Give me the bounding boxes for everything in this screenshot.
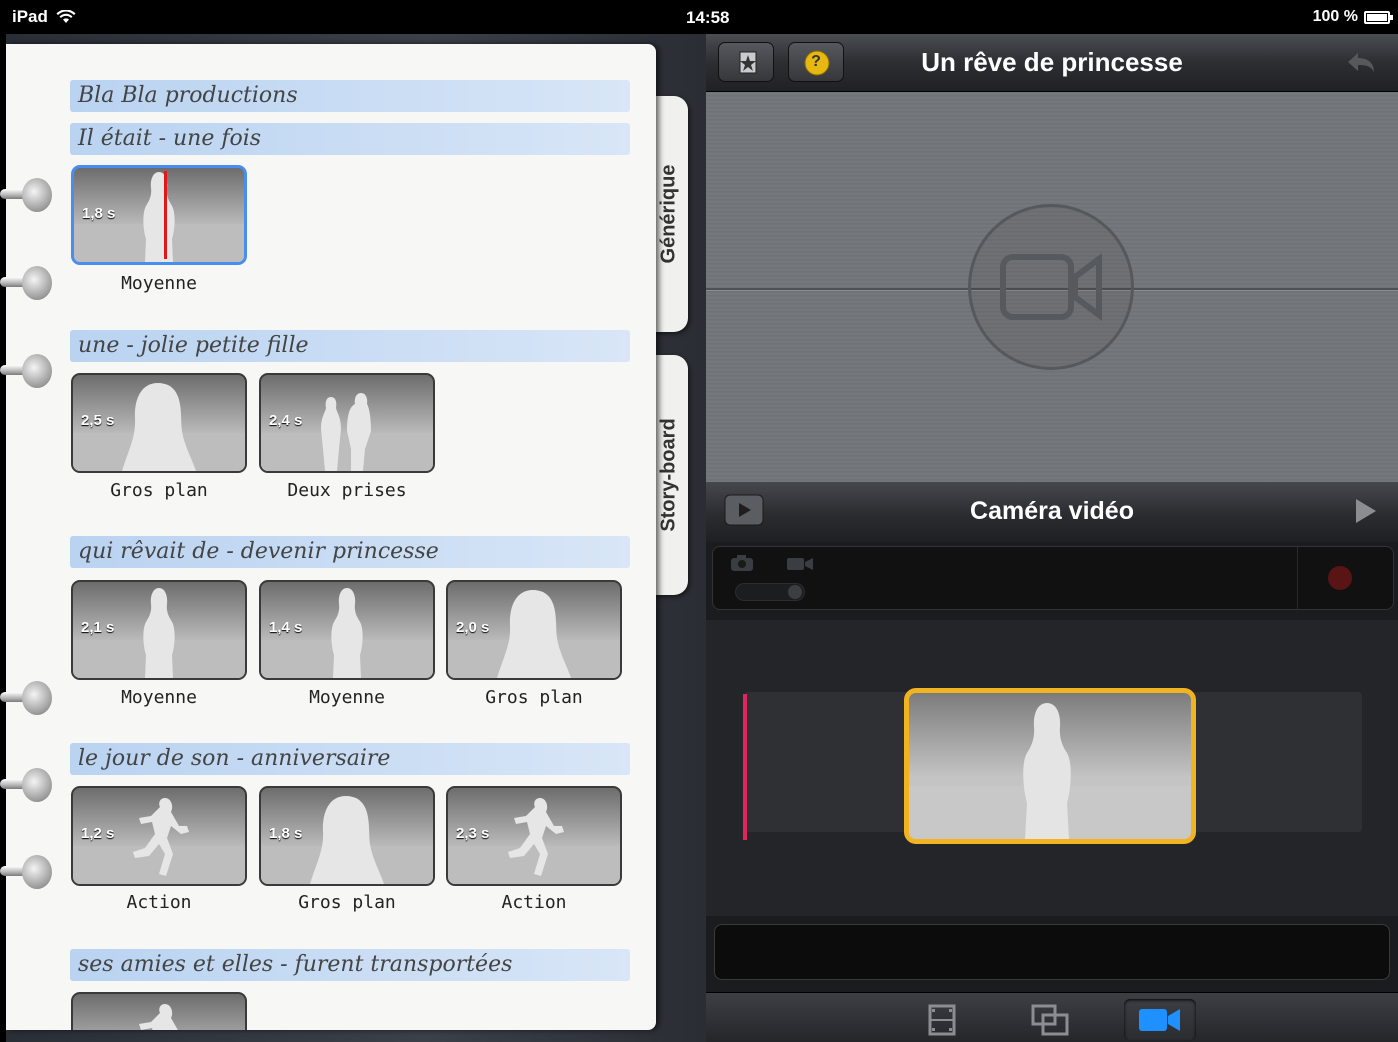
shot-label: Deux prises xyxy=(287,480,407,501)
shot-label: Action xyxy=(126,892,192,913)
camera-controls xyxy=(712,546,1394,610)
status-bar: iPad 14:58 100 % xyxy=(6,0,1398,34)
battery-percent: 100 % xyxy=(1312,8,1358,25)
shot-thumbnail[interactable]: 2,1 s xyxy=(71,580,247,680)
silhouette-run-icon xyxy=(133,798,189,876)
silhouette-two-icon xyxy=(321,393,371,471)
timeline[interactable] xyxy=(706,620,1398,916)
silhouette-run-icon xyxy=(508,798,564,876)
shot-duration: 1,8 s xyxy=(82,205,116,222)
shot-thumbnail[interactable]: 2,4 s xyxy=(259,373,435,473)
shot-duration: 2,1 s xyxy=(81,619,115,636)
scene-title[interactable]: une - jolie petite fille xyxy=(70,330,630,362)
silhouette-head-icon xyxy=(497,590,571,678)
storyboard-notebook: Bla Bla productions Il était - une fois 1,… xyxy=(6,44,656,1030)
record-icon[interactable] xyxy=(1325,563,1355,593)
mode-bar: Caméra vidéo xyxy=(706,482,1398,542)
video-mode-icon[interactable] xyxy=(785,555,815,573)
scene-title[interactable]: ses amies et elles - furent transportées xyxy=(70,949,630,981)
shot-duration: 2,3 s xyxy=(456,825,490,842)
device-name: iPad xyxy=(12,7,48,26)
silhouette-head-icon xyxy=(310,796,384,884)
overlay-icon xyxy=(1031,1004,1069,1036)
shot-duration: 2,4 s xyxy=(269,412,303,429)
binder-ring xyxy=(0,352,52,390)
next-arrow-icon[interactable] xyxy=(1350,496,1380,526)
clock: 14:58 xyxy=(686,8,730,27)
tab-overlay[interactable] xyxy=(1014,999,1086,1041)
tab-camera[interactable] xyxy=(1124,999,1196,1041)
shot-thumbnail[interactable]: 2,0 s xyxy=(446,580,622,680)
binder-ring xyxy=(0,766,52,804)
shot-label: Moyenne xyxy=(121,273,197,294)
silhouette-run-icon xyxy=(139,1004,178,1030)
shot-label: Gros plan xyxy=(298,892,396,913)
silhouette-head-icon xyxy=(122,383,196,471)
shot-thumbnail[interactable]: 1,4 s xyxy=(259,580,435,680)
shot-label: Gros plan xyxy=(110,480,208,501)
silhouette-full-icon xyxy=(143,588,175,678)
audio-strip[interactable] xyxy=(714,924,1390,980)
silhouette-full-icon xyxy=(143,172,175,262)
shot-thumbnail[interactable]: 1,2 s xyxy=(71,786,247,886)
battery-icon xyxy=(1364,10,1393,24)
tab-film[interactable] xyxy=(906,999,978,1041)
shot-thumbnail[interactable]: 2,5 s xyxy=(71,373,247,473)
selected-clip[interactable] xyxy=(904,688,1196,844)
binder-ring xyxy=(0,176,52,214)
shot-thumbnail-partial[interactable] xyxy=(71,992,247,1030)
shot-thumbnail[interactable]: 1,8 s xyxy=(259,786,435,886)
top-toolbar: ? Un rêve de princesse xyxy=(706,34,1398,92)
video-camera-icon xyxy=(1000,253,1102,321)
camera-viewfinder[interactable] xyxy=(706,92,1398,482)
playhead[interactable] xyxy=(743,694,747,840)
bottom-tab-bar xyxy=(706,992,1398,1042)
shot-label: Gros plan xyxy=(485,687,583,708)
video-camera-tab-icon xyxy=(1139,1009,1180,1031)
mode-title: Caméra vidéo xyxy=(970,497,1134,525)
shot-playhead xyxy=(164,171,167,259)
scene-title[interactable]: Il était - une fois xyxy=(70,123,630,155)
wifi-icon xyxy=(56,10,76,23)
silhouette-full-icon xyxy=(331,588,363,678)
shot-duration: 2,5 s xyxy=(81,412,115,429)
binder-ring xyxy=(0,679,52,717)
photo-camera-icon[interactable] xyxy=(729,553,755,573)
silhouette-full-icon xyxy=(1023,703,1071,839)
shot-thumbnail[interactable]: 2,3 s xyxy=(446,786,622,886)
camera-placeholder xyxy=(968,204,1134,370)
undo-icon[interactable] xyxy=(1342,50,1378,76)
shot-label: Action xyxy=(501,892,567,913)
shot-label: Moyenne xyxy=(121,687,197,708)
scene-title[interactable]: qui rêvait de - devenir princesse xyxy=(70,536,630,568)
shot-label: Moyenne xyxy=(309,687,385,708)
shot-duration: 1,4 s xyxy=(269,619,303,636)
mode-switch[interactable] xyxy=(735,583,805,601)
shot-duration: 1,2 s xyxy=(81,825,115,842)
shot-thumbnail[interactable]: 1,8 s xyxy=(71,165,247,265)
project-title: Un rêve de princesse xyxy=(921,47,1183,77)
shot-duration: 1,8 s xyxy=(269,825,303,842)
binder-ring xyxy=(0,853,52,891)
editor-panel: ? Un rêve de princesse Caméra vidéo xyxy=(706,34,1398,1042)
film-strip-icon xyxy=(928,1004,956,1036)
scene-title[interactable]: le jour de son - anniversaire xyxy=(70,743,630,775)
shot-duration: 2,0 s xyxy=(456,619,490,636)
scene-title[interactable]: Bla Bla productions xyxy=(70,80,630,112)
binder-ring xyxy=(0,264,52,302)
